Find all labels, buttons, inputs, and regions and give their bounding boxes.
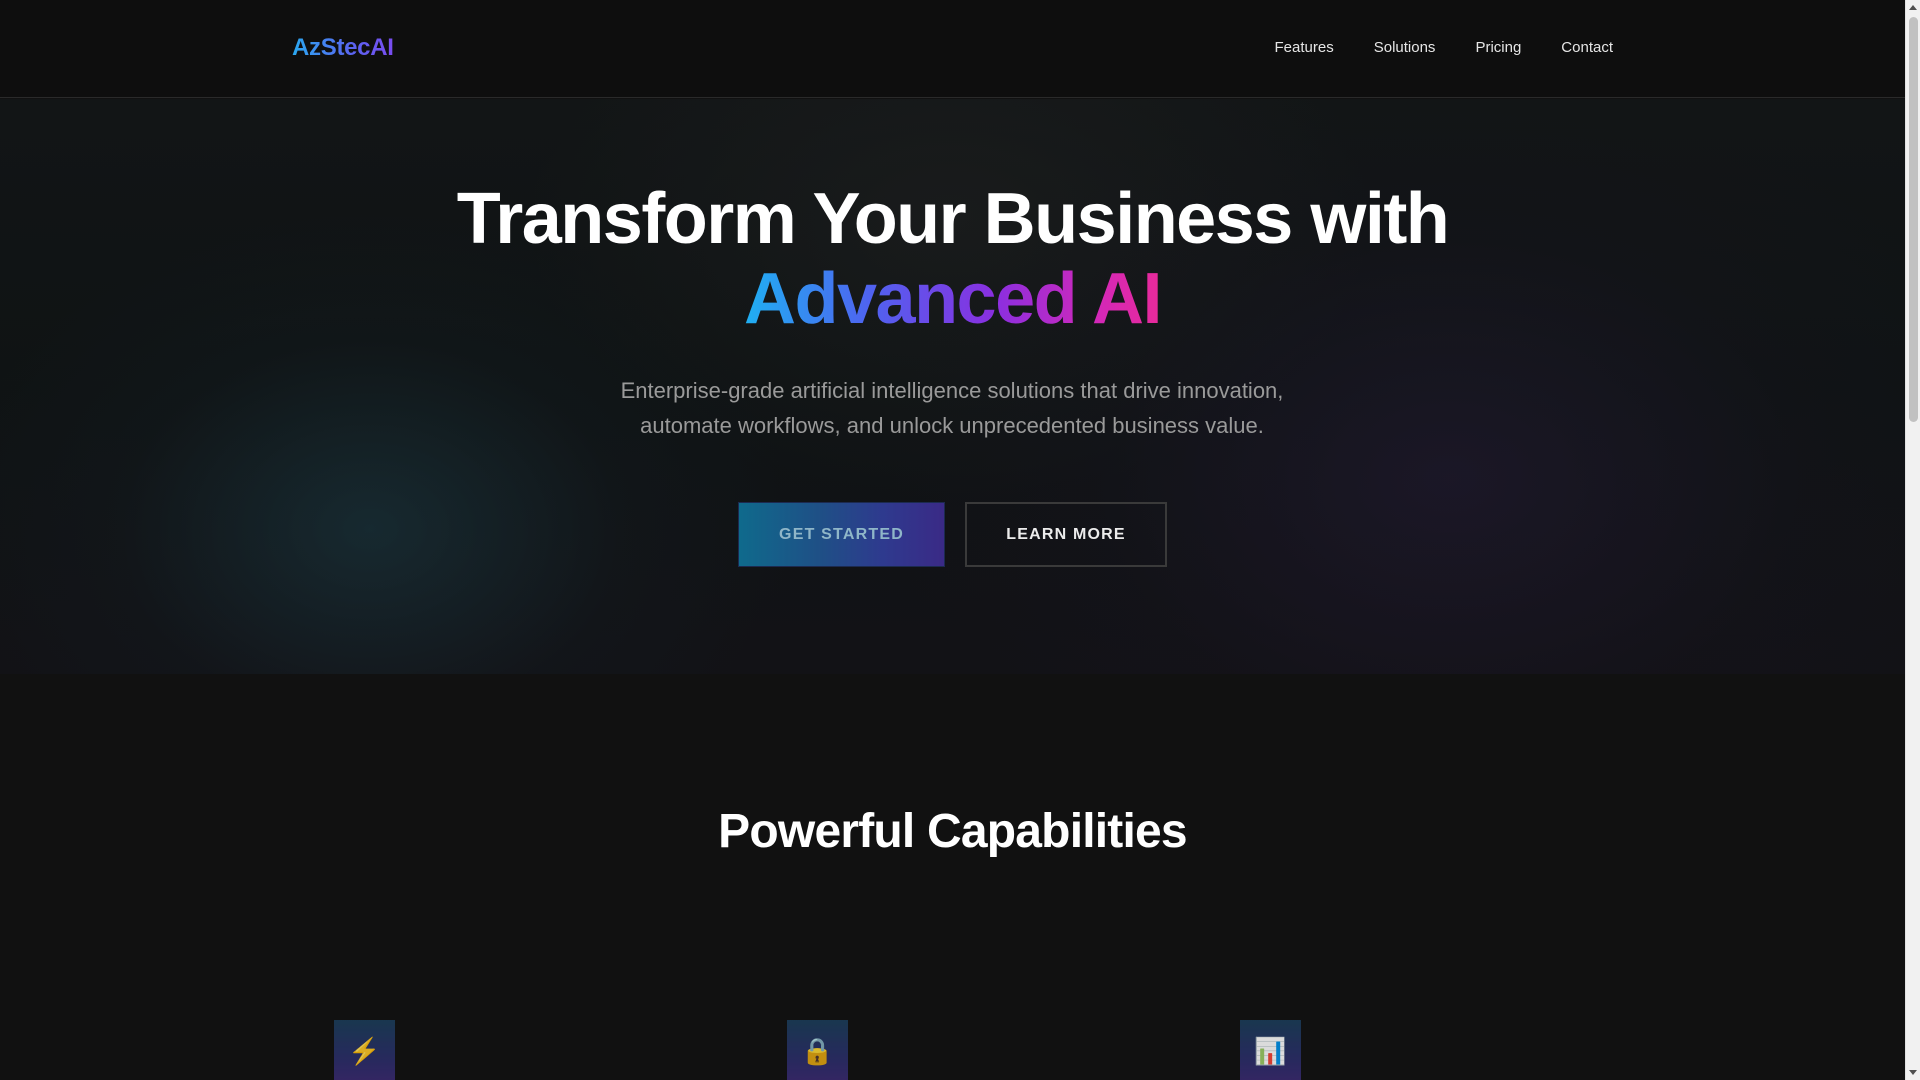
nav-link-contact[interactable]: Contact bbox=[1561, 39, 1613, 56]
nav-link-solutions[interactable]: Solutions bbox=[1374, 39, 1436, 56]
lock-icon: 🔒 bbox=[787, 1020, 848, 1080]
scroll-thumb[interactable] bbox=[1909, 17, 1918, 422]
hero-section: Transform Your Business with Advanced AI… bbox=[0, 99, 1905, 674]
scroll-up-arrow-icon[interactable] bbox=[1909, 5, 1917, 10]
scroll-down-arrow-icon[interactable] bbox=[1909, 1070, 1917, 1075]
bar-chart-icon: 📊 bbox=[1240, 1020, 1301, 1080]
hero-title-line1: Transform Your Business with bbox=[456, 179, 1450, 259]
learn-more-button[interactable]: LEARN MORE bbox=[965, 502, 1167, 567]
site-header: AzStecAI Features Solutions Pricing Cont… bbox=[0, 0, 1905, 98]
nav-link-features[interactable]: Features bbox=[1275, 39, 1334, 56]
logo[interactable]: AzStecAI bbox=[292, 34, 394, 62]
features-section: Powerful Capabilities ⚡ 🔒 📊 bbox=[0, 674, 1905, 1080]
nav-link-pricing[interactable]: Pricing bbox=[1475, 39, 1521, 56]
main-nav: Features Solutions Pricing Contact bbox=[1275, 39, 1613, 56]
lightning-icon: ⚡ bbox=[334, 1020, 395, 1080]
vertical-scrollbar[interactable] bbox=[1905, 0, 1920, 1080]
hero-title-highlight: Advanced AI bbox=[744, 259, 1162, 339]
hero-title: Transform Your Business with Advanced AI bbox=[0, 179, 1905, 339]
hero-subtitle: Enterprise-grade artificial intelligence… bbox=[620, 378, 1284, 438]
page: AzStecAI Features Solutions Pricing Cont… bbox=[0, 0, 1905, 1080]
features-title: Powerful Capabilities bbox=[718, 805, 1187, 858]
get-started-button[interactable]: GET STARTED bbox=[738, 502, 945, 567]
